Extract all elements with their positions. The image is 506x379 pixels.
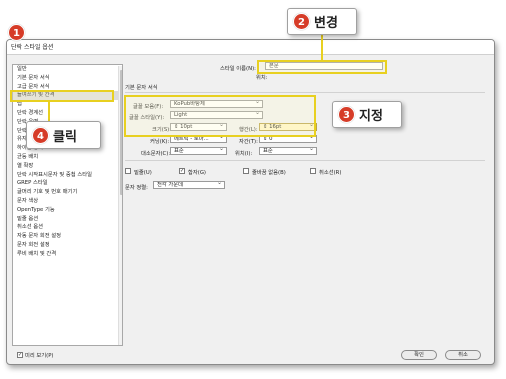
step-badge-1: 1 — [8, 24, 25, 41]
sidebar-item[interactable]: 열 확장 — [13, 162, 122, 171]
step-badge-3: 3 — [338, 106, 355, 123]
callout-specify-text: 지정 — [359, 109, 383, 124]
strikethrough-checkbox[interactable] — [310, 168, 316, 174]
callout-click: 4 클릭 — [26, 121, 101, 149]
dialog-title: 단락 스타일 옵션 — [11, 44, 54, 51]
style-name-label: 스타일 이름(N): — [220, 66, 256, 72]
sidebar-item[interactable]: 문자 회전 설정 — [13, 241, 122, 250]
ligature-checkbox[interactable]: ✓ — [179, 168, 185, 174]
category-list: 일반기본 문자 서식고급 문자 서식들여쓰기 및 간격탭단락 경계선단락 음영단… — [12, 64, 123, 346]
ok-button[interactable]: 확인 — [401, 350, 437, 360]
list-scrollbar[interactable] — [118, 66, 122, 345]
callout-click-text: 클릭 — [53, 129, 77, 145]
sidebar-item[interactable]: GREP 스타일 — [13, 179, 122, 188]
char-align-dropdown[interactable]: 전각 가운데 — [153, 181, 225, 189]
separator — [125, 160, 485, 161]
sidebar-item[interactable]: 루비 배치 및 간격 — [13, 250, 122, 259]
screenshot: 단락 스타일 옵션 일반 기본 문자 서식 고급 문자 서식 들여쓰기 및 간격 탭 단락… — [0, 0, 506, 379]
sidebar-item[interactable]: 단락 경계선 — [13, 109, 122, 118]
sidebar-item[interactable]: OpenType 기능 — [13, 206, 122, 215]
step-badge-2: 2 — [293, 13, 310, 30]
callout-specify: 3 지정 — [332, 101, 402, 128]
indent-item-highlight — [10, 90, 114, 102]
preview-label: 미리 보기(P) — [25, 353, 54, 359]
strikethrough-label: 취소선(R) — [319, 170, 342, 176]
section-title: 기본 문자 서식 — [125, 85, 158, 91]
sidebar-item[interactable]: 밑줄 옵션 — [13, 215, 122, 224]
cancel-button[interactable]: 취소 — [445, 350, 481, 360]
callout-leader-line — [321, 34, 323, 60]
preview-checkbox-row[interactable]: ✓ 미리 보기(P) — [17, 351, 54, 359]
sidebar-item[interactable]: 문자 색상 — [13, 197, 122, 206]
case-label: 대소문자(C): — [141, 151, 171, 157]
ligature-label: 합자(G) — [188, 170, 206, 176]
callout-change-text: 변경 — [314, 16, 338, 31]
paragraph-style-dialog: 단락 스타일 옵션 일반 기본 문자 서식 고급 문자 서식 들여쓰기 및 간격 탭 단락… — [6, 39, 495, 365]
callout-leader-line — [48, 101, 50, 123]
scroll-thumb[interactable] — [120, 70, 122, 195]
sidebar-item[interactable]: 단락 시작표시문자 및 중첩 스타일 — [13, 171, 122, 180]
callout-change: 2 변경 — [287, 8, 357, 35]
underline-label: 밑줄(U) — [134, 170, 152, 176]
sidebar-item[interactable]: 자동 문자 회전 설정 — [13, 232, 122, 241]
font-settings-highlight — [124, 95, 316, 137]
nobreak-label: 줄바꿈 없음(B) — [252, 170, 286, 176]
sidebar-item[interactable]: 기본 문자 서식 — [13, 74, 122, 83]
sidebar-item[interactable]: 글머리 기호 및 번호 매기기 — [13, 188, 122, 197]
step-badge-4: 4 — [32, 126, 49, 144]
preview-checkbox[interactable]: ✓ — [17, 352, 23, 358]
char-align-label: 문자 정렬: — [125, 185, 148, 191]
underline-checkbox[interactable] — [125, 168, 131, 174]
sidebar-item[interactable]: 취소선 옵션 — [13, 223, 122, 232]
sidebar-item[interactable]: 일반 — [13, 65, 122, 74]
tracking-label: 자간(T): — [239, 139, 258, 145]
nobreak-checkbox[interactable] — [243, 168, 249, 174]
title-bar: 단락 스타일 옵션 — [7, 40, 494, 55]
separator — [125, 92, 485, 93]
position-label: 위치(I): — [235, 151, 253, 157]
case-dropdown[interactable]: 표준 — [170, 147, 227, 155]
style-name-highlight — [257, 60, 387, 74]
kerning-label: 커닝(K): — [150, 139, 170, 145]
sidebar-item[interactable]: 균등 배치 — [13, 153, 122, 162]
location-label: 위치: — [256, 75, 268, 81]
position-dropdown[interactable]: 표준 — [259, 147, 317, 155]
